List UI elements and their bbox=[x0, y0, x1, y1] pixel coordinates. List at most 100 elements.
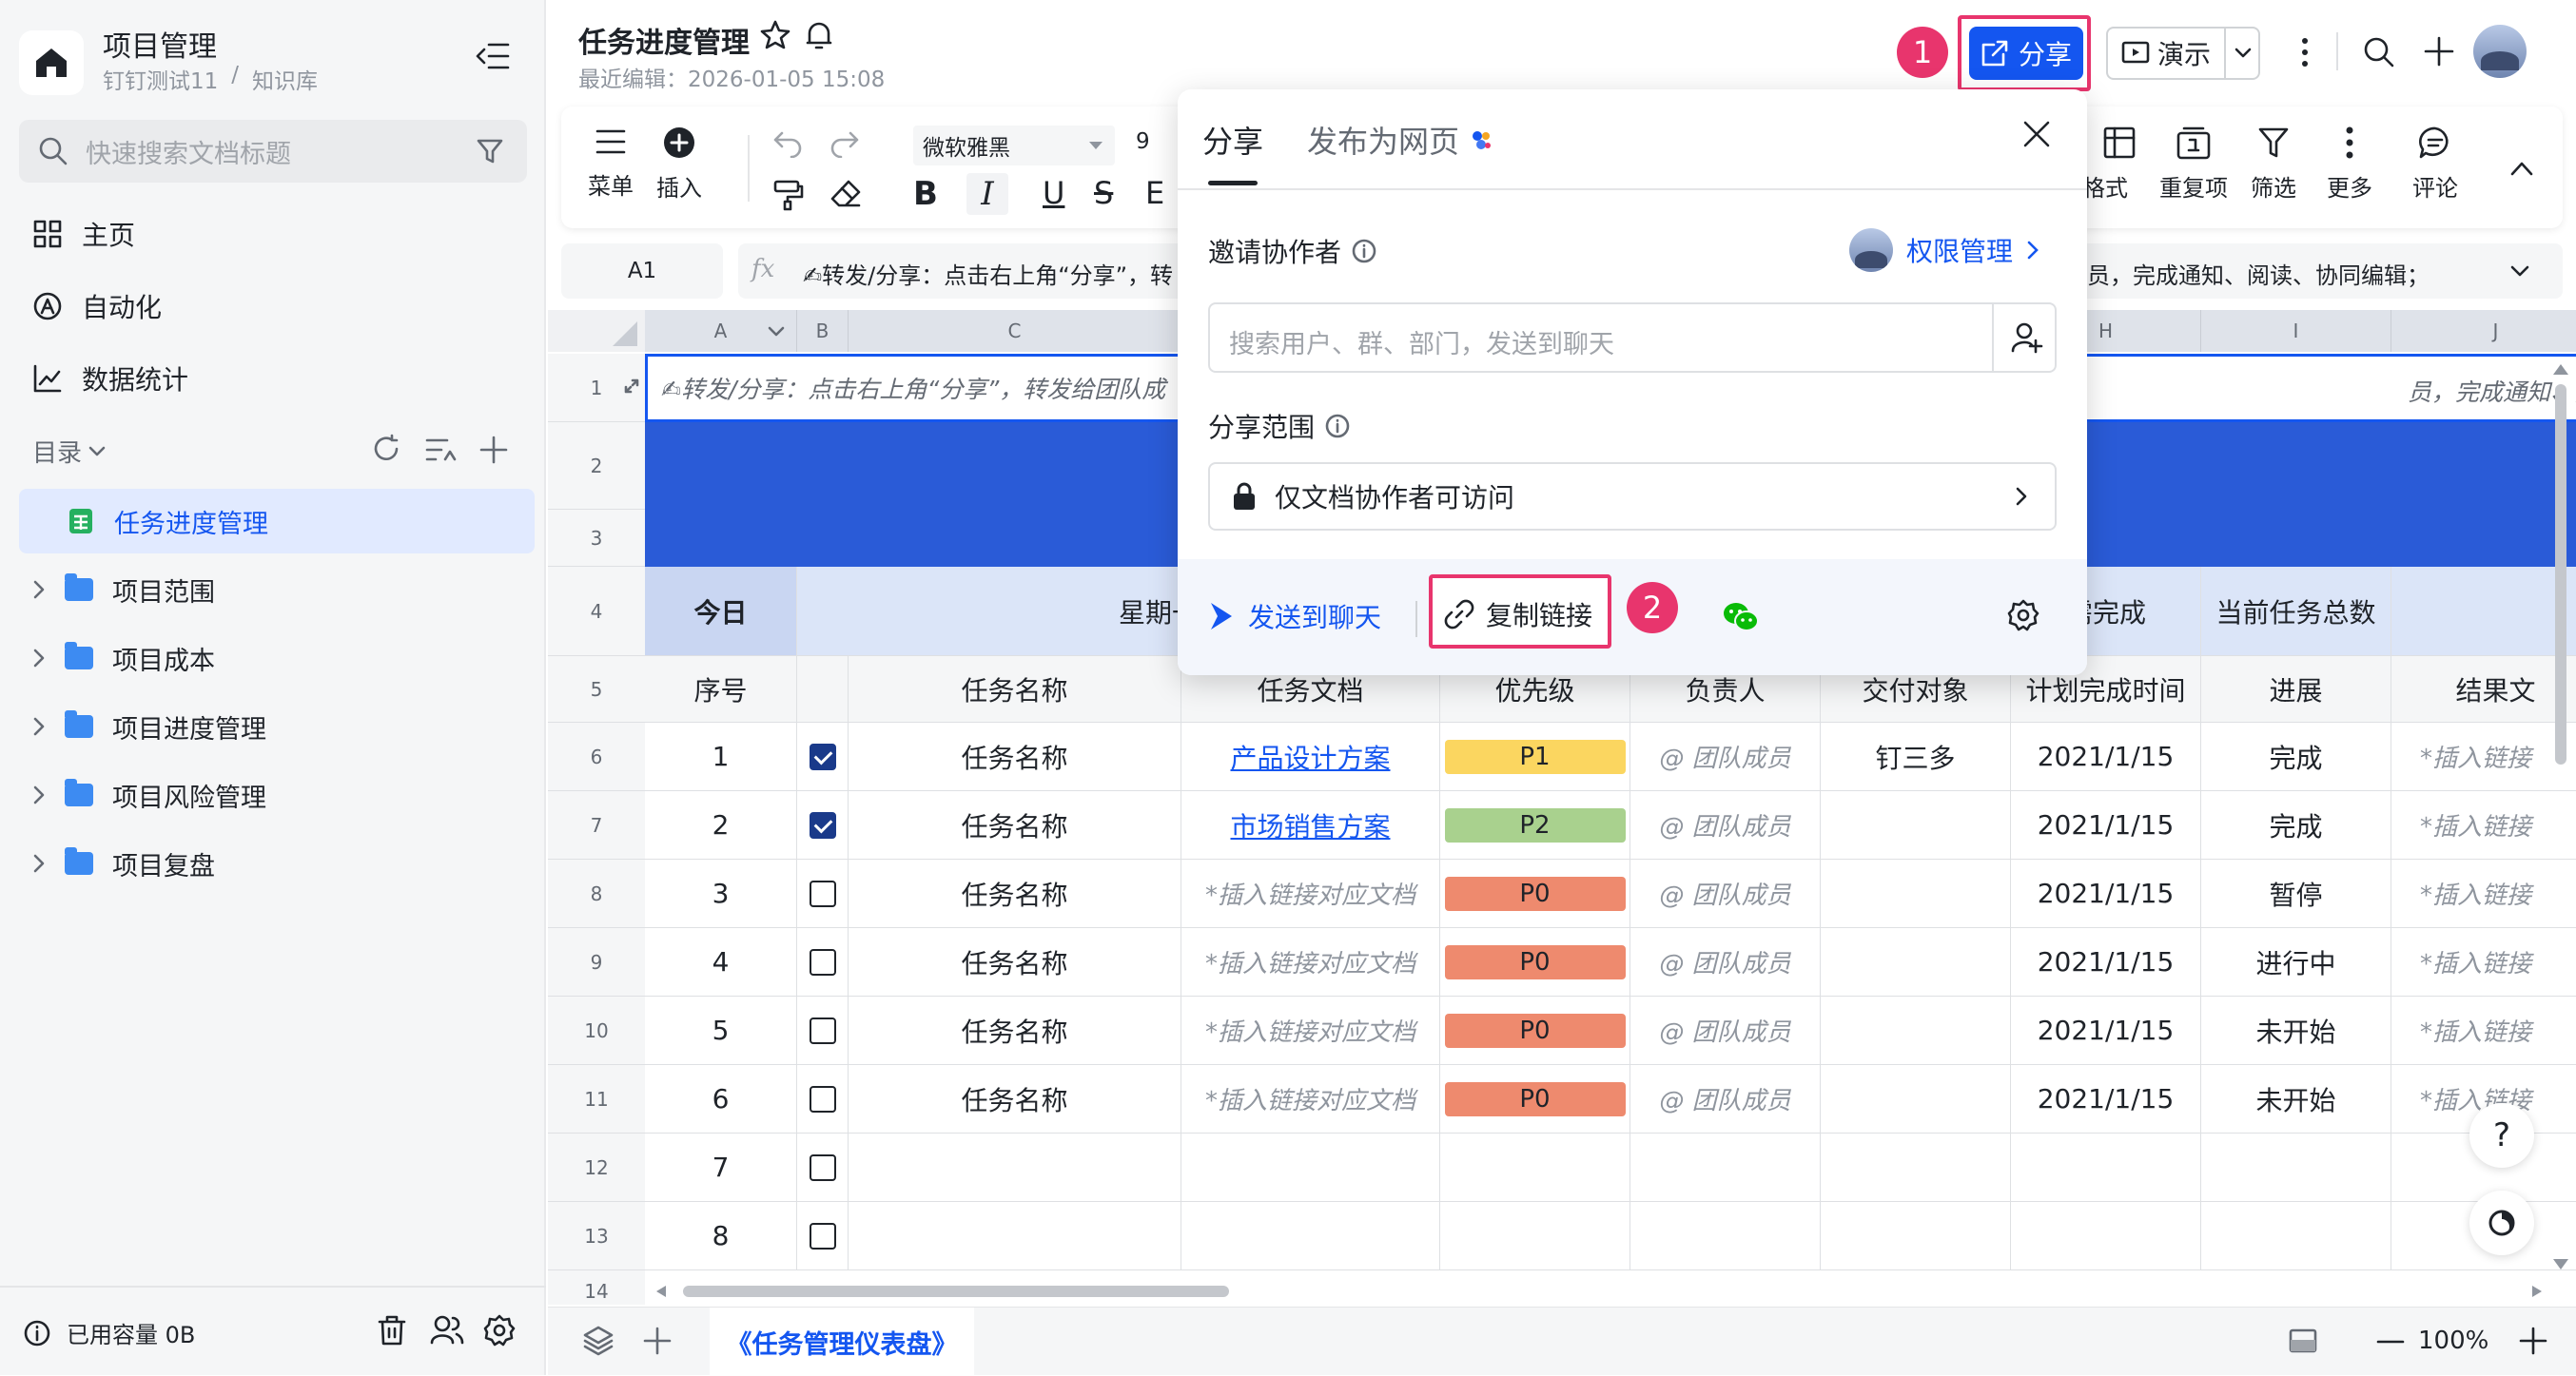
deliver-cell[interactable] bbox=[1821, 1065, 2011, 1134]
more-button[interactable]: 更多 bbox=[2327, 126, 2372, 203]
checkbox-cell[interactable] bbox=[797, 1134, 849, 1202]
arrow-down-icon[interactable] bbox=[2551, 1257, 2570, 1272]
task-checkbox[interactable] bbox=[809, 948, 836, 976]
comment-button[interactable]: 评论 bbox=[2412, 126, 2458, 203]
date-cell[interactable] bbox=[2011, 1134, 2201, 1202]
task-name-cell[interactable]: 任务名称 bbox=[849, 928, 1181, 997]
vertical-scroll-thumb[interactable] bbox=[2555, 384, 2566, 765]
date-cell[interactable]: 2021/1/15 bbox=[2011, 1065, 2201, 1134]
date-cell[interactable]: 2021/1/15 bbox=[2011, 860, 2201, 928]
send-to-chat-button[interactable]: 发送到聊天 bbox=[1208, 597, 1381, 635]
collapse-sidebar-icon[interactable] bbox=[476, 42, 510, 70]
checkbox-cell[interactable] bbox=[797, 928, 849, 997]
task-doc-cell[interactable] bbox=[1181, 1134, 1440, 1202]
invite-search-field[interactable]: 搜索用户、群、部门，发送到聊天 bbox=[1208, 302, 2057, 373]
redo-icon[interactable] bbox=[829, 129, 860, 158]
checkbox-cell[interactable] bbox=[797, 860, 849, 928]
horizontal-scroll-thumb[interactable] bbox=[683, 1286, 1229, 1297]
zoom-out-icon[interactable] bbox=[2376, 1340, 2405, 1344]
sidebar-item-home[interactable]: 主页 bbox=[32, 215, 135, 253]
filter-button[interactable]: 筛选 bbox=[2251, 126, 2296, 203]
seq-cell[interactable]: 2 bbox=[645, 791, 797, 860]
bell-icon[interactable] bbox=[805, 19, 833, 51]
close-icon[interactable] bbox=[2022, 120, 2051, 148]
today-cell[interactable]: 今日 bbox=[645, 567, 797, 656]
zoom-level[interactable]: 100% bbox=[2418, 1327, 2488, 1355]
sidebar-item-automation[interactable]: 自动化 bbox=[32, 287, 162, 325]
priority-cell[interactable] bbox=[1440, 1202, 1630, 1270]
row4-extra-cell[interactable] bbox=[2391, 567, 2576, 656]
priority-cell[interactable]: P0 bbox=[1440, 928, 1630, 997]
priority-cell[interactable]: P0 bbox=[1440, 1065, 1630, 1134]
seq-cell[interactable]: 6 bbox=[645, 1065, 797, 1134]
priority-cell[interactable]: P0 bbox=[1440, 860, 1630, 928]
checkbox-cell[interactable] bbox=[797, 1202, 849, 1270]
deliver-cell[interactable] bbox=[1821, 928, 2011, 997]
task-doc[interactable]: 市场销售方案 bbox=[1230, 806, 1390, 844]
border-button[interactable]: E bbox=[1145, 175, 1164, 211]
trash-icon[interactable] bbox=[377, 1314, 407, 1347]
layout-icon[interactable] bbox=[2289, 1328, 2317, 1353]
chevron-right-icon[interactable] bbox=[29, 785, 49, 805]
settings-icon[interactable] bbox=[483, 1314, 516, 1347]
result-cell[interactable]: *插入链接 bbox=[2391, 791, 2576, 860]
select-all-corner[interactable] bbox=[548, 310, 645, 352]
task-doc[interactable]: 产品设计方案 bbox=[1230, 738, 1390, 776]
sidebar-search[interactable]: 快速搜索文档标题 bbox=[19, 120, 527, 183]
task-checkbox[interactable] bbox=[809, 1017, 836, 1044]
progress-cell[interactable]: 完成 bbox=[2201, 723, 2391, 791]
table-header-cell[interactable]: 结果文 bbox=[2391, 656, 2576, 723]
task-checkbox[interactable] bbox=[809, 811, 836, 839]
progress-cell[interactable] bbox=[2201, 1202, 2391, 1270]
tab-share[interactable]: 分享 bbox=[1202, 118, 1263, 162]
checkbox-cell[interactable] bbox=[797, 1065, 849, 1134]
breadcrumb-workspace[interactable]: 钉钉测试11 bbox=[103, 63, 218, 95]
table-header-cell[interactable]: 任务名称 bbox=[849, 656, 1181, 723]
owner-cell[interactable]: @ 团队成员 bbox=[1630, 928, 1821, 997]
row-header[interactable]: 9 bbox=[548, 928, 645, 997]
result-cell[interactable]: *插入链接 bbox=[2391, 860, 2576, 928]
cell-reference[interactable]: A1 bbox=[561, 243, 723, 299]
seq-cell[interactable]: 4 bbox=[645, 928, 797, 997]
task-doc-cell[interactable]: *插入链接对应文档 bbox=[1181, 1065, 1440, 1134]
row-header[interactable]: 7 bbox=[548, 791, 645, 860]
more-vertical-icon[interactable] bbox=[2300, 36, 2310, 68]
progress-cell[interactable]: 未开始 bbox=[2201, 1065, 2391, 1134]
date-cell[interactable]: 2021/1/15 bbox=[2011, 928, 2201, 997]
result-cell[interactable]: *插入链接 bbox=[2391, 723, 2576, 791]
seq-cell[interactable]: 3 bbox=[645, 860, 797, 928]
filter-icon[interactable] bbox=[476, 137, 504, 165]
copy-link-button[interactable]: 复制链接 bbox=[1444, 595, 1592, 633]
owner-cell[interactable]: @ 团队成员 bbox=[1630, 791, 1821, 860]
checkbox-cell[interactable] bbox=[797, 997, 849, 1065]
owner-cell[interactable] bbox=[1630, 1134, 1821, 1202]
task-doc-cell[interactable]: *插入链接对应文档 bbox=[1181, 997, 1440, 1065]
chevron-down-icon[interactable] bbox=[2509, 264, 2530, 278]
progress-cell[interactable]: 完成 bbox=[2201, 791, 2391, 860]
deliver-cell[interactable]: 钉三多 bbox=[1821, 723, 2011, 791]
share-button[interactable]: 分享 bbox=[1969, 27, 2083, 80]
task-doc-cell[interactable]: 市场销售方案 bbox=[1181, 791, 1440, 860]
add-user-icon[interactable] bbox=[2011, 321, 2043, 354]
sidebar-tree-item[interactable]: 项目风险管理 bbox=[0, 763, 546, 827]
column-header[interactable]: B bbox=[797, 310, 849, 352]
task-doc-cell[interactable]: *插入链接对应文档 bbox=[1181, 860, 1440, 928]
task-checkbox[interactable] bbox=[809, 1153, 836, 1181]
sidebar-tree-item[interactable]: 项目进度管理 bbox=[0, 694, 546, 759]
owner-cell[interactable]: @ 团队成员 bbox=[1630, 997, 1821, 1065]
doc-title[interactable]: 任务进度管理 bbox=[578, 19, 750, 61]
seq-cell[interactable]: 7 bbox=[645, 1134, 797, 1202]
sidebar-tree-item[interactable]: 项目成本 bbox=[0, 626, 546, 690]
row-header[interactable]: 13 bbox=[548, 1202, 645, 1270]
chevron-down-icon[interactable] bbox=[2234, 47, 2253, 60]
italic-button[interactable]: I bbox=[966, 173, 1008, 215]
task-name-cell[interactable]: 任务名称 bbox=[849, 723, 1181, 791]
assistant-button[interactable] bbox=[2469, 1191, 2534, 1255]
deliver-cell[interactable] bbox=[1821, 860, 2011, 928]
chevron-up-icon[interactable] bbox=[2509, 160, 2534, 177]
priority-cell[interactable] bbox=[1440, 1134, 1630, 1202]
chevron-down-icon[interactable] bbox=[768, 326, 785, 338]
user-avatar[interactable] bbox=[2473, 25, 2527, 78]
undo-icon[interactable] bbox=[772, 129, 803, 158]
task-checkbox[interactable] bbox=[809, 743, 836, 770]
